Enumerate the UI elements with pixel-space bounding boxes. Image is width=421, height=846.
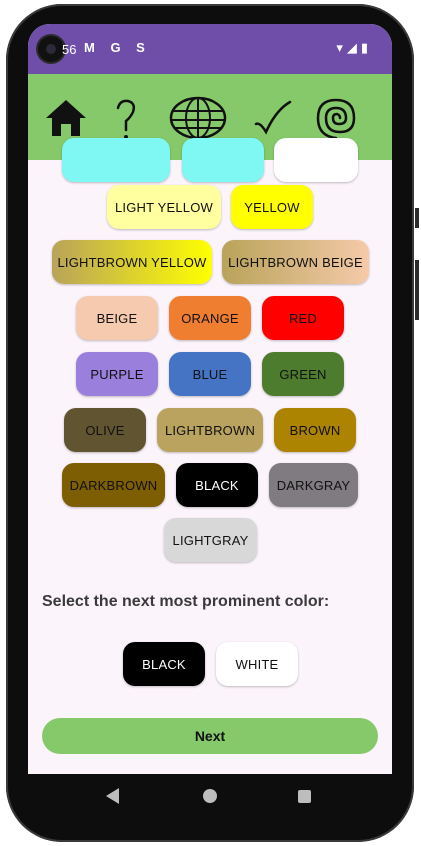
color-chip-light-yellow[interactable]: LIGHT YELLOW bbox=[107, 185, 221, 229]
color-chip-lightgray[interactable]: LIGHTGRAY bbox=[164, 518, 257, 562]
color-chip-darkbrown[interactable]: DARKBROWN bbox=[62, 463, 165, 507]
color-chip-label: BROWN bbox=[289, 422, 341, 438]
globe-icon[interactable] bbox=[168, 94, 228, 142]
color-chip-purple[interactable]: PURPLE bbox=[76, 352, 158, 396]
color-chip-label: DARKGRAY bbox=[276, 477, 351, 493]
choice-label: BLACK bbox=[142, 656, 186, 672]
status-time: 56 bbox=[62, 42, 77, 57]
recent-apps-icon[interactable] bbox=[298, 790, 311, 803]
color-chip-label: LIGHT YELLOW bbox=[114, 199, 213, 215]
color-chip-olive[interactable]: OLIVE bbox=[64, 408, 146, 452]
color-chip-label: PURPLE bbox=[90, 366, 144, 382]
system-icons: ▾◢▮ bbox=[336, 40, 372, 55]
color-chip-label: LIGHTBROWN BEIGE bbox=[228, 254, 363, 270]
color-chip-green[interactable]: GREEN bbox=[262, 352, 344, 396]
color-chip-cyan[interactable] bbox=[62, 138, 170, 182]
color-chip-label: RED bbox=[288, 310, 318, 326]
color-selection-content: LIGHT YELLOW YELLOW LIGHTBROWN YELLOW LI… bbox=[28, 138, 392, 774]
color-chip-label: BLACK bbox=[195, 477, 239, 493]
color-chip-label: ORANGE bbox=[181, 310, 239, 326]
color-chip-brown[interactable]: BROWN bbox=[274, 408, 356, 452]
notification-icons: M G S bbox=[84, 40, 151, 55]
color-chip-label: OLIVE bbox=[85, 422, 125, 438]
choice-black-button[interactable]: BLACK bbox=[123, 642, 205, 686]
question-text: Select the next most prominent color: bbox=[42, 593, 330, 610]
home-icon[interactable] bbox=[42, 94, 90, 142]
color-chip-label: LIGHTGRAY bbox=[172, 532, 249, 548]
color-chip-lightbrown[interactable]: LIGHTBROWN bbox=[157, 408, 263, 452]
camera-icon bbox=[38, 36, 64, 62]
color-chip-red[interactable]: RED bbox=[262, 296, 344, 340]
color-chip-beige[interactable]: BEIGE bbox=[76, 296, 158, 340]
color-chip-label: LIGHTBROWN bbox=[164, 422, 256, 438]
screen: 56 M G S ▾◢▮ LIGHT YELLOW YELLOW LIGHTBR… bbox=[28, 24, 392, 774]
home-nav-icon[interactable] bbox=[203, 789, 217, 803]
spiral-icon[interactable] bbox=[312, 94, 360, 142]
next-button[interactable]: Next bbox=[42, 718, 378, 754]
navigation-bar bbox=[28, 774, 392, 818]
color-chip-label: BLUE bbox=[192, 366, 228, 382]
color-chip-lightbrown-beige[interactable]: LIGHTBROWN BEIGE bbox=[222, 240, 369, 284]
choice-white-button[interactable]: WHITE bbox=[216, 642, 298, 686]
color-chip-label: BEIGE bbox=[96, 310, 138, 326]
choice-label: WHITE bbox=[235, 656, 279, 672]
color-chip-light-cyan[interactable] bbox=[182, 138, 264, 182]
color-chip-lightbrown-yellow[interactable]: LIGHTBROWN YELLOW bbox=[52, 240, 212, 284]
color-chip-label: LIGHTBROWN YELLOW bbox=[57, 254, 207, 270]
help-icon[interactable] bbox=[102, 94, 150, 142]
color-chip-label: DARKBROWN bbox=[69, 477, 158, 493]
color-chip-label: YELLOW bbox=[244, 199, 300, 215]
status-bar: 56 M G S ▾◢▮ bbox=[28, 24, 392, 74]
color-chip-label: GREEN bbox=[279, 366, 327, 382]
power-button bbox=[415, 260, 419, 320]
color-chip-black[interactable]: BLACK bbox=[176, 463, 258, 507]
color-chip-white[interactable] bbox=[274, 138, 358, 182]
color-chip-blue[interactable]: BLUE bbox=[169, 352, 251, 396]
back-icon[interactable] bbox=[106, 788, 119, 804]
volume-button bbox=[415, 208, 419, 228]
color-chip-darkgray[interactable]: DARKGRAY bbox=[269, 463, 358, 507]
color-chip-orange[interactable]: ORANGE bbox=[169, 296, 251, 340]
check-icon[interactable] bbox=[250, 94, 298, 142]
color-chip-yellow[interactable]: YELLOW bbox=[231, 185, 313, 229]
